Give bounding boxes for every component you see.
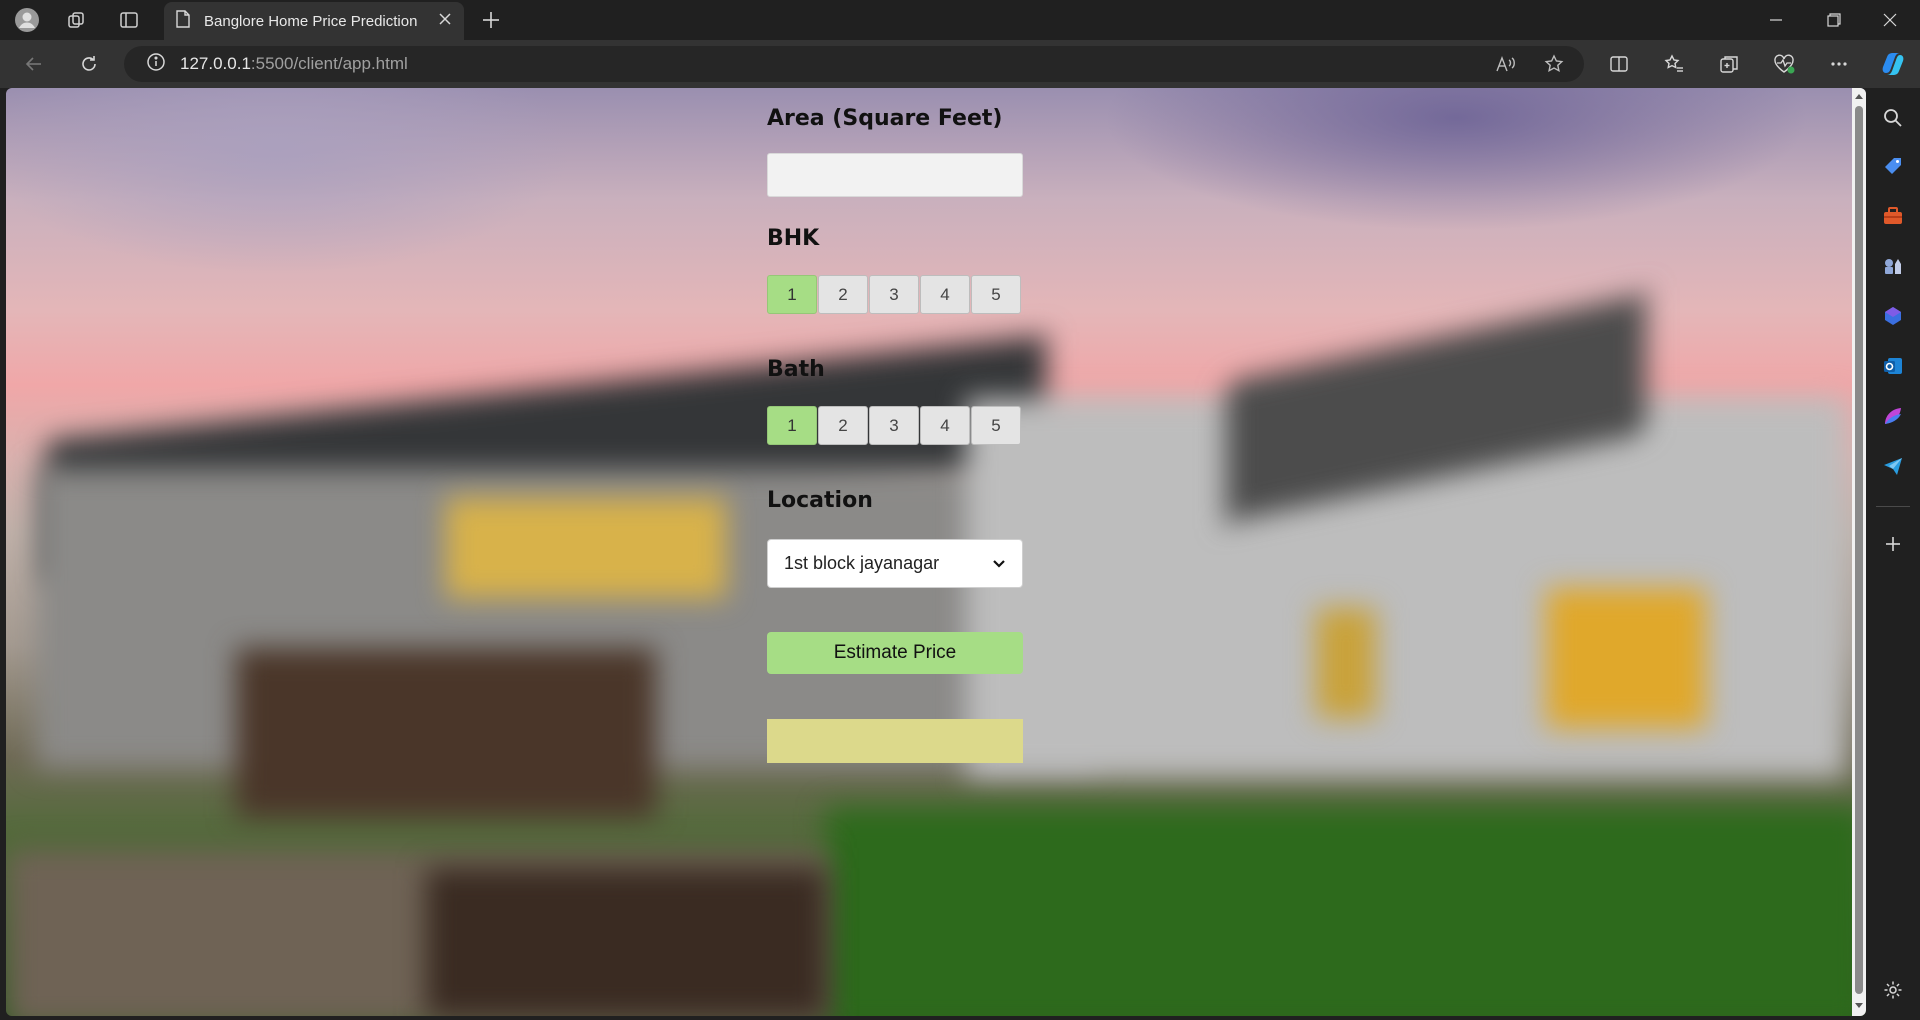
chess-icon[interactable] [1881,254,1905,278]
lit-windows-shape [446,498,726,598]
estimated-price-result [767,719,1023,763]
estimate-price-button[interactable]: Estimate Price [767,632,1023,674]
profile-icon[interactable] [14,7,40,33]
favorite-star-icon[interactable] [1540,50,1568,78]
lit-window-mid-shape [1316,608,1376,718]
new-tab-button[interactable] [478,7,504,33]
tab-bar: Banglore Home Price Prediction [0,0,1920,40]
sidebar-divider [1876,506,1910,507]
outlook-icon[interactable] [1881,354,1905,378]
area-input[interactable] [767,153,1023,197]
copilot-icon[interactable] [1879,50,1907,78]
refresh-button[interactable] [75,50,103,78]
more-options-icon[interactable] [1825,50,1853,78]
bhk-option-3[interactable]: 3 [869,275,919,314]
split-screen-icon[interactable] [1605,50,1633,78]
edge-sidebar [1866,88,1920,1020]
page-scrollbar[interactable] [1852,88,1866,1016]
url-host: 127.0.0.1 [180,54,251,73]
lit-window-right-shape [1546,588,1706,728]
vertical-tabs-icon[interactable] [116,7,142,33]
url-text: 127.0.0.1:5500/client/app.html [180,54,408,74]
tag-icon[interactable] [1881,154,1905,178]
lawn-shape [826,808,1866,1016]
url-bar[interactable]: 127.0.0.1:5500/client/app.html [124,46,1584,82]
location-label: Location [767,488,873,513]
bath-option-1[interactable]: 1 [767,406,817,445]
page-icon [176,10,190,32]
bath-option-2[interactable]: 2 [818,406,868,445]
bhk-option-2[interactable]: 2 [818,275,868,314]
add-icon[interactable] [1881,532,1905,556]
minimize-button[interactable] [1748,0,1804,40]
bhk-option-5[interactable]: 5 [971,275,1021,314]
settings-icon[interactable] [1881,978,1905,1002]
collections-icon[interactable] [1715,50,1743,78]
address-bar: 127.0.0.1:5500/client/app.html [0,40,1920,88]
location-select[interactable]: 1st block jayanagar [767,539,1023,588]
area-label: Area (Square Feet) [767,106,1003,131]
bushes-shape [426,868,826,1016]
scroll-up-icon[interactable] [1854,92,1864,102]
bath-option-4[interactable]: 4 [920,406,970,445]
bath-label: Bath [767,357,825,382]
restore-button[interactable] [1806,0,1862,40]
bath-selector: 1 2 3 4 5 [767,406,1022,445]
bhk-option-4[interactable]: 4 [920,275,970,314]
scrollbar-thumb[interactable] [1855,106,1863,994]
search-icon[interactable] [1881,106,1905,130]
back-button[interactable] [20,50,48,78]
bath-option-3[interactable]: 3 [869,406,919,445]
designer-icon[interactable] [1881,404,1905,428]
site-info-icon[interactable] [146,52,166,77]
favorites-icon[interactable] [1660,50,1688,78]
toolbox-icon[interactable] [1881,204,1905,228]
send-icon[interactable] [1881,454,1905,478]
chevron-down-icon [992,553,1006,574]
browser-essentials-icon[interactable] [1770,50,1798,78]
close-tab-icon[interactable] [438,12,452,30]
workspaces-icon[interactable] [64,7,90,33]
active-tab[interactable]: Banglore Home Price Prediction [164,2,464,40]
page-viewport: Area (Square Feet) BHK 1 2 3 4 5 Bath 1 … [6,88,1866,1016]
url-path: :5500/client/app.html [250,54,408,73]
bhk-label: BHK [767,226,820,251]
tab-title: Banglore Home Price Prediction [204,12,418,30]
bhk-option-1[interactable]: 1 [767,275,817,314]
bhk-selector: 1 2 3 4 5 [767,275,1022,314]
copilot-sidebar-icon[interactable] [1881,304,1905,328]
read-aloud-icon[interactable] [1492,50,1520,78]
close-window-button[interactable] [1862,0,1918,40]
garage-doors-shape [236,648,656,818]
bath-option-5[interactable]: 5 [971,406,1021,445]
scroll-down-icon[interactable] [1854,1000,1864,1010]
location-value: 1st block jayanagar [784,553,940,573]
